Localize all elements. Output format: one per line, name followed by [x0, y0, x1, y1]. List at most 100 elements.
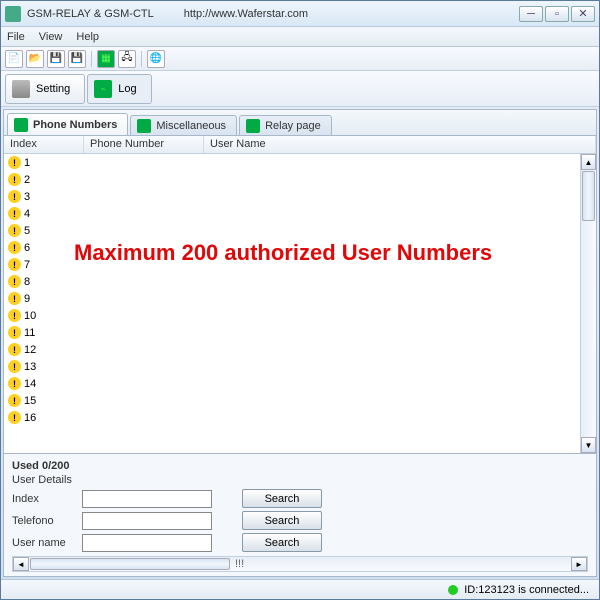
table-row[interactable]: !3: [4, 188, 580, 205]
table-row[interactable]: !9: [4, 290, 580, 307]
table-row[interactable]: !14: [4, 375, 580, 392]
horizontal-scrollbar[interactable]: ◄ !!! ►: [12, 556, 588, 572]
table-row[interactable]: !13: [4, 358, 580, 375]
menu-view[interactable]: View: [39, 31, 63, 43]
window-title: GSM-RELAY & GSM-CTL: [27, 8, 154, 20]
row-index: 14: [24, 378, 36, 390]
col-index[interactable]: Index: [4, 136, 84, 153]
row-index: 15: [24, 395, 36, 407]
wrench-icon: [12, 80, 30, 98]
scroll-up-icon[interactable]: ▲: [581, 154, 596, 170]
table-row[interactable]: !11: [4, 324, 580, 341]
scroll-thumb[interactable]: [582, 171, 595, 221]
table-row[interactable]: !15: [4, 392, 580, 409]
username-label: User name: [12, 537, 82, 549]
table-row[interactable]: !8: [4, 273, 580, 290]
warning-icon: !: [8, 156, 21, 169]
vertical-scrollbar[interactable]: ▲ ▼: [580, 154, 596, 453]
table-row[interactable]: !4: [4, 205, 580, 222]
app-window: GSM-RELAY & GSM-CTL http://www.Waferstar…: [0, 0, 600, 600]
close-button[interactable]: ✕: [571, 6, 595, 22]
table-row[interactable]: !16: [4, 409, 580, 426]
table-row[interactable]: !1: [4, 154, 580, 171]
row-index: 2: [24, 174, 30, 186]
row-index: 6: [24, 242, 30, 254]
tab-relay-page[interactable]: Relay page: [239, 115, 332, 135]
warning-icon: !: [8, 360, 21, 373]
telefono-input[interactable]: [82, 512, 212, 530]
row-index: 11: [24, 327, 35, 339]
sub-tabs: Phone Numbers Miscellaneous Relay page: [4, 110, 596, 136]
menu-file[interactable]: File: [7, 31, 25, 43]
search-telefono-button[interactable]: Search: [242, 511, 322, 530]
warning-icon: !: [8, 241, 21, 254]
row-index: 4: [24, 208, 30, 220]
save-icon[interactable]: 💾: [47, 50, 65, 68]
table-row[interactable]: !5: [4, 222, 580, 239]
titlebar[interactable]: GSM-RELAY & GSM-CTL http://www.Waferstar…: [1, 1, 599, 27]
index-input[interactable]: [82, 490, 212, 508]
maximize-button[interactable]: ▫: [545, 6, 569, 22]
username-input[interactable]: [82, 534, 212, 552]
menu-help[interactable]: Help: [76, 31, 99, 43]
wave-icon: ~: [94, 80, 112, 98]
list-body: !1!2!3!4!5!6!7!8!9!10!11!12!13!14!15!16 …: [4, 154, 596, 453]
search-index-button[interactable]: Search: [242, 489, 322, 508]
row-index: 16: [24, 412, 36, 424]
device-icon[interactable]: ▦: [97, 50, 115, 68]
status-text: ID:123123 is connected...: [464, 584, 589, 596]
connect-icon[interactable]: 🖧: [118, 50, 136, 68]
tab-phone-numbers[interactable]: Phone Numbers: [7, 113, 128, 135]
table-row[interactable]: !2: [4, 171, 580, 188]
new-icon[interactable]: 📄: [5, 50, 23, 68]
row-index: 8: [24, 276, 30, 288]
overlay-text: Maximum 200 authorized User Numbers: [74, 240, 492, 266]
log-tab[interactable]: ~ Log: [87, 74, 151, 104]
index-label: Index: [12, 493, 82, 505]
globe-icon[interactable]: 🌐: [147, 50, 165, 68]
row-index: 1: [24, 157, 30, 169]
row-index: 13: [24, 361, 36, 373]
warning-icon: !: [8, 292, 21, 305]
scroll-right-icon[interactable]: ►: [571, 557, 587, 571]
telefono-label: Telefono: [12, 515, 82, 527]
scroll-thumb[interactable]: [30, 558, 230, 570]
tab-icon: [246, 119, 260, 133]
table-row[interactable]: !10: [4, 307, 580, 324]
statusbar: ID:123123 is connected...: [1, 579, 599, 599]
warning-icon: !: [8, 275, 21, 288]
warning-icon: !: [8, 258, 21, 271]
search-username-button[interactable]: Search: [242, 533, 322, 552]
save-all-icon[interactable]: 💾: [68, 50, 86, 68]
warning-icon: !: [8, 190, 21, 203]
mode-tabs: Setting ~ Log: [1, 71, 599, 107]
row-index: 9: [24, 293, 30, 305]
row-index: 3: [24, 191, 30, 203]
warning-icon: !: [8, 224, 21, 237]
row-index: 5: [24, 225, 30, 237]
status-dot-icon: [448, 585, 458, 595]
setting-tab[interactable]: Setting: [5, 74, 85, 104]
tab-icon: [137, 119, 151, 133]
row-index: 12: [24, 344, 36, 356]
row-index: 7: [24, 259, 30, 271]
toolbar: 📄 📂 💾 💾 ▦ 🖧 🌐: [1, 47, 599, 71]
menubar: File View Help: [1, 27, 599, 47]
warning-icon: !: [8, 411, 21, 424]
content-area: Phone Numbers Miscellaneous Relay page I…: [3, 109, 597, 577]
tab-miscellaneous[interactable]: Miscellaneous: [130, 115, 237, 135]
tab-icon: [14, 118, 28, 132]
table-row[interactable]: !12: [4, 341, 580, 358]
minimize-button[interactable]: ─: [519, 6, 543, 22]
open-icon[interactable]: 📂: [26, 50, 44, 68]
window-url: http://www.Waferstar.com: [184, 8, 519, 20]
warning-icon: !: [8, 326, 21, 339]
col-user[interactable]: User Name: [204, 136, 596, 153]
scroll-down-icon[interactable]: ▼: [581, 437, 596, 453]
col-phone[interactable]: Phone Number: [84, 136, 204, 153]
warning-icon: !: [8, 394, 21, 407]
warning-icon: !: [8, 173, 21, 186]
warning-icon: !: [8, 343, 21, 356]
scroll-left-icon[interactable]: ◄: [13, 557, 29, 571]
warning-icon: !: [8, 309, 21, 322]
